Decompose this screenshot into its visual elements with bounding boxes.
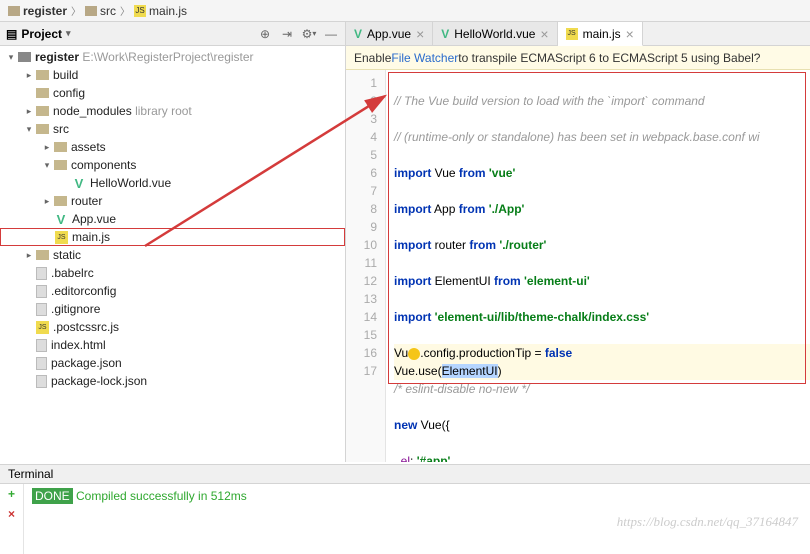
json-icon xyxy=(36,375,47,388)
tree-item-assets[interactable]: ▸assets xyxy=(0,138,345,156)
breadcrumb-seg-register[interactable]: register xyxy=(8,4,67,18)
intention-bulb-icon[interactable] xyxy=(408,348,420,360)
tab-helloworld[interactable]: VHelloWorld.vue× xyxy=(433,22,557,45)
tree-item-node-modules[interactable]: ▸node_modules library root xyxy=(0,102,345,120)
tree-item-config[interactable]: config xyxy=(0,84,345,102)
tree-item-packagelock[interactable]: package-lock.json xyxy=(0,372,345,390)
tree-item-editorconfig[interactable]: .editorconfig xyxy=(0,282,345,300)
js-icon: JS xyxy=(566,28,578,40)
terminal-output[interactable]: DONE Compiled successfully in 512ms xyxy=(24,483,810,554)
vue-icon: V xyxy=(54,212,68,226)
tree-item-packagejson[interactable]: package.json xyxy=(0,354,345,372)
json-icon xyxy=(36,357,47,370)
close-terminal-icon[interactable]: × xyxy=(8,507,15,521)
project-header: ▤Project▾ ⊕ ⇥ ⚙▾ — xyxy=(0,22,345,46)
banner-suffix: to transpile ECMAScript 6 to ECMAScript … xyxy=(458,51,760,65)
close-icon[interactable]: × xyxy=(416,26,424,42)
file-icon xyxy=(36,267,47,280)
vue-icon: V xyxy=(72,176,86,190)
file-icon xyxy=(36,303,47,316)
banner-prefix: Enable xyxy=(354,51,391,65)
project-view-icon: ▤ xyxy=(6,27,17,41)
folder-icon xyxy=(54,160,67,170)
vue-icon: V xyxy=(354,27,362,41)
code-editor[interactable]: 1234567891011121314151617 // The Vue bui… xyxy=(346,70,810,462)
tree-item-postcssrc[interactable]: JS.postcssrc.js xyxy=(0,318,345,336)
tree-item-static[interactable]: ▸static xyxy=(0,246,345,264)
collapse-icon[interactable]: ⇥ xyxy=(279,26,295,42)
close-icon[interactable]: × xyxy=(540,26,548,42)
tree-item-components[interactable]: ▾components xyxy=(0,156,345,174)
tree-item-helloworld[interactable]: VHelloWorld.vue xyxy=(0,174,345,192)
folder-icon xyxy=(36,70,49,80)
chevron-right-icon: 〉 xyxy=(71,3,81,18)
target-icon[interactable]: ⊕ xyxy=(257,26,273,42)
tree-item-indexhtml[interactable]: index.html xyxy=(0,336,345,354)
project-tree[interactable]: ▾register E:\Work\RegisterProject\regist… xyxy=(0,46,345,462)
tree-item-src[interactable]: ▾src xyxy=(0,120,345,138)
close-icon[interactable]: × xyxy=(626,26,634,42)
tab-appvue[interactable]: VApp.vue× xyxy=(346,22,433,45)
tree-item-babelrc[interactable]: .babelrc xyxy=(0,264,345,282)
js-icon: JS xyxy=(134,5,146,17)
tab-mainjs[interactable]: JSmain.js× xyxy=(558,22,643,46)
editor-panel: VApp.vue× VHelloWorld.vue× JSmain.js× En… xyxy=(346,22,810,462)
tree-item-gitignore[interactable]: .gitignore xyxy=(0,300,345,318)
file-icon xyxy=(36,285,47,298)
project-tool-window: ▤Project▾ ⊕ ⇥ ⚙▾ — ▾register E:\Work\Reg… xyxy=(0,22,346,462)
terminal-message: Compiled successfully in 512ms xyxy=(73,489,247,503)
folder-icon xyxy=(36,250,49,260)
html-icon xyxy=(36,339,47,352)
folder-icon xyxy=(36,106,49,116)
breadcrumb-seg-mainjs[interactable]: JSmain.js xyxy=(134,4,187,18)
folder-icon xyxy=(8,6,20,16)
terminal-panel: + × DONE Compiled successfully in 512ms xyxy=(0,482,810,554)
folder-icon xyxy=(54,196,67,206)
terminal-toolbar: + × xyxy=(0,483,24,554)
folder-icon xyxy=(36,88,49,98)
code-content[interactable]: // The Vue build version to load with th… xyxy=(386,70,810,462)
add-terminal-icon[interactable]: + xyxy=(8,487,15,501)
folder-icon xyxy=(54,142,67,152)
js-icon: JS xyxy=(55,231,68,244)
vue-icon: V xyxy=(441,27,449,41)
folder-icon xyxy=(36,124,49,134)
done-badge: DONE xyxy=(32,488,73,504)
terminal-header[interactable]: Terminal xyxy=(0,464,810,484)
chevron-right-icon: 〉 xyxy=(120,3,130,18)
js-icon: JS xyxy=(36,321,49,334)
hide-icon[interactable]: — xyxy=(323,26,339,42)
folder-icon xyxy=(85,6,97,16)
breadcrumb-seg-src[interactable]: src xyxy=(85,4,116,18)
gutter: 1234567891011121314151617 xyxy=(346,70,386,462)
project-title[interactable]: ▤Project▾ xyxy=(6,27,71,41)
file-watcher-banner: Enable File Watcher to transpile ECMAScr… xyxy=(346,46,810,70)
editor-tabs: VApp.vue× VHelloWorld.vue× JSmain.js× xyxy=(346,22,810,46)
tree-root[interactable]: ▾register E:\Work\RegisterProject\regist… xyxy=(0,48,345,66)
tree-item-build[interactable]: ▸build xyxy=(0,66,345,84)
tree-item-router[interactable]: ▸router xyxy=(0,192,345,210)
gear-icon[interactable]: ⚙▾ xyxy=(301,26,317,42)
chevron-down-icon: ▾ xyxy=(66,28,71,39)
breadcrumb: register 〉 src 〉 JSmain.js xyxy=(0,0,810,22)
tree-item-mainjs[interactable]: JSmain.js xyxy=(0,228,345,246)
folder-icon xyxy=(18,52,31,62)
tree-item-appvue[interactable]: VApp.vue xyxy=(0,210,345,228)
file-watcher-link[interactable]: File Watcher xyxy=(391,51,458,65)
